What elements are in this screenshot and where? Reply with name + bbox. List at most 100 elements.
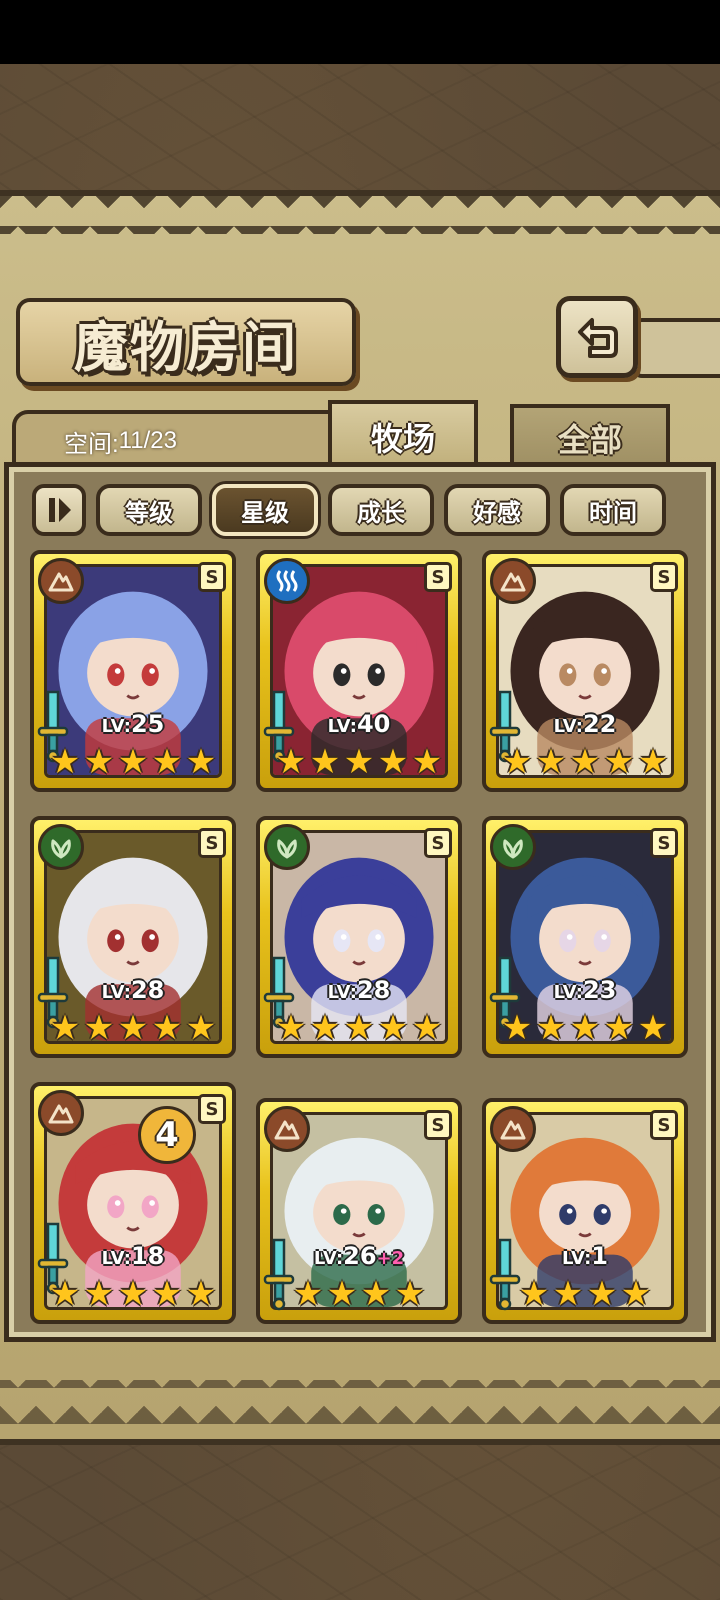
monster-card[interactable]: S LV:1 ★ ★ ★ ★: [482, 1098, 688, 1324]
level-prefix: LV:: [561, 1248, 592, 1269]
wood-attribute-badge: [490, 824, 536, 870]
rank-badge: S: [650, 1110, 678, 1140]
monster-level: LV:40: [260, 710, 458, 738]
level-value: 26: [343, 1242, 377, 1270]
star-icon: ★: [501, 1008, 533, 1048]
star-icon: ★: [637, 742, 669, 782]
monster-card[interactable]: S LV:28 ★ ★ ★ ★ ★: [30, 816, 236, 1058]
level-value: 22: [582, 710, 617, 738]
star-icon: ★: [360, 1274, 392, 1314]
star-icon: ★: [552, 1274, 584, 1314]
earth-attribute-badge: [264, 1106, 310, 1152]
sort-affection-button[interactable]: 好感: [444, 484, 550, 536]
star-rating: ★ ★ ★ ★ ★: [34, 1010, 232, 1050]
earth-attribute-icon: [274, 1120, 300, 1140]
awakening-badge: 4: [138, 1106, 196, 1164]
wood-attribute-badge: [264, 824, 310, 870]
monster-card[interactable]: S LV:28 ★ ★ ★ ★ ★: [256, 816, 462, 1058]
level-prefix: LV:: [101, 716, 131, 737]
monster-level: LV:28: [260, 976, 458, 1004]
return-arrow-icon: [578, 318, 618, 358]
wood-attribute-icon: [503, 839, 523, 859]
space-value: 11/23: [118, 427, 177, 454]
star-icon: ★: [501, 742, 533, 782]
level-prefix: LV:: [313, 1248, 344, 1269]
rank-badge: S: [198, 562, 226, 592]
monster-level: LV:26+2: [260, 1242, 458, 1270]
monster-card[interactable]: S LV:25 ★ ★ ★ ★ ★: [30, 550, 236, 792]
wood-attribute-badge: [38, 824, 84, 870]
star-icon: ★: [309, 742, 341, 782]
star-icon: ★: [83, 742, 115, 782]
monster-card[interactable]: S LV:23 ★ ★ ★ ★ ★: [482, 816, 688, 1058]
sort-order-toggle[interactable]: [32, 484, 86, 536]
monster-card[interactable]: S 4 LV:18 ★ ★ ★ ★ ★: [30, 1082, 236, 1324]
sort-growth-button[interactable]: 成长: [328, 484, 434, 536]
back-button-rail: [632, 318, 720, 378]
level-prefix: LV:: [553, 982, 583, 1003]
star-icon: ★: [377, 1008, 409, 1048]
level-value: 1: [591, 1242, 608, 1270]
star-icon: ★: [83, 1274, 115, 1314]
star-icon: ★: [49, 1008, 81, 1048]
level-value: 40: [356, 710, 391, 738]
star-rating: ★ ★ ★ ★ ★: [486, 1010, 684, 1050]
earth-attribute-icon: [48, 572, 74, 592]
star-icon: ★: [377, 742, 409, 782]
status-bar: [0, 0, 720, 64]
star-icon: ★: [586, 1274, 618, 1314]
level-value: 23: [582, 976, 617, 1004]
earth-attribute-badge: [38, 1090, 84, 1136]
level-prefix: LV:: [101, 982, 131, 1003]
star-rating: ★ ★ ★ ★ ★: [486, 744, 684, 784]
space-label: 空间:: [64, 430, 119, 458]
space-capacity: 空间: 11/23: [12, 410, 352, 468]
monster-card[interactable]: S LV:22 ★ ★ ★ ★ ★: [482, 550, 688, 792]
star-icon: ★: [569, 1008, 601, 1048]
level-value: 18: [130, 1242, 165, 1270]
star-icon: ★: [394, 1274, 426, 1314]
monster-card[interactable]: S LV:40 ★ ★ ★ ★ ★: [256, 550, 462, 792]
star-icon: ★: [411, 1008, 443, 1048]
star-icon: ★: [535, 1008, 567, 1048]
sort-level-button[interactable]: 等级: [96, 484, 202, 536]
rank-badge: S: [650, 828, 678, 858]
star-icon: ★: [326, 1274, 358, 1314]
star-icon: ★: [603, 1008, 635, 1048]
earth-attribute-icon: [500, 1120, 526, 1140]
sort-star-button[interactable]: 星级: [212, 484, 318, 536]
sort-time-button[interactable]: 时间: [560, 484, 666, 536]
star-icon: ★: [535, 742, 567, 782]
monster-level: LV:25: [34, 710, 232, 738]
star-icon: ★: [411, 742, 443, 782]
wood-attribute-icon: [277, 839, 297, 859]
panel-bottom-border: [0, 1380, 720, 1424]
star-icon: ★: [151, 1274, 183, 1314]
level-value: 25: [130, 710, 165, 738]
star-icon: ★: [275, 1008, 307, 1048]
tab-ranch[interactable]: 牧场: [328, 400, 478, 470]
page-title-plate: 魔物房间: [16, 298, 356, 386]
sort-toggle-icon: [49, 498, 71, 522]
star-icon: ★: [83, 1008, 115, 1048]
earth-attribute-icon: [48, 1104, 74, 1124]
star-rating: ★ ★ ★ ★ ★: [34, 744, 232, 784]
star-icon: ★: [343, 742, 375, 782]
level-prefix: LV:: [101, 1248, 131, 1269]
monster-level: LV:18: [34, 1242, 232, 1270]
level-bonus: +2: [376, 1248, 405, 1269]
rank-badge: S: [424, 828, 452, 858]
monster-card[interactable]: S LV:26+2 ★ ★ ★ ★: [256, 1098, 462, 1324]
rank-badge: S: [650, 562, 678, 592]
star-icon: ★: [518, 1274, 550, 1314]
rank-badge: S: [198, 1094, 226, 1124]
level-value: 28: [130, 976, 165, 1004]
star-icon: ★: [117, 1008, 149, 1048]
star-rating: ★ ★ ★ ★ ★: [260, 744, 458, 784]
back-button[interactable]: [556, 296, 638, 378]
star-icon: ★: [151, 742, 183, 782]
tab-all[interactable]: 全部: [510, 404, 670, 468]
star-rating: ★ ★ ★ ★: [486, 1276, 684, 1316]
star-icon: ★: [185, 1274, 217, 1314]
level-value: 28: [356, 976, 391, 1004]
